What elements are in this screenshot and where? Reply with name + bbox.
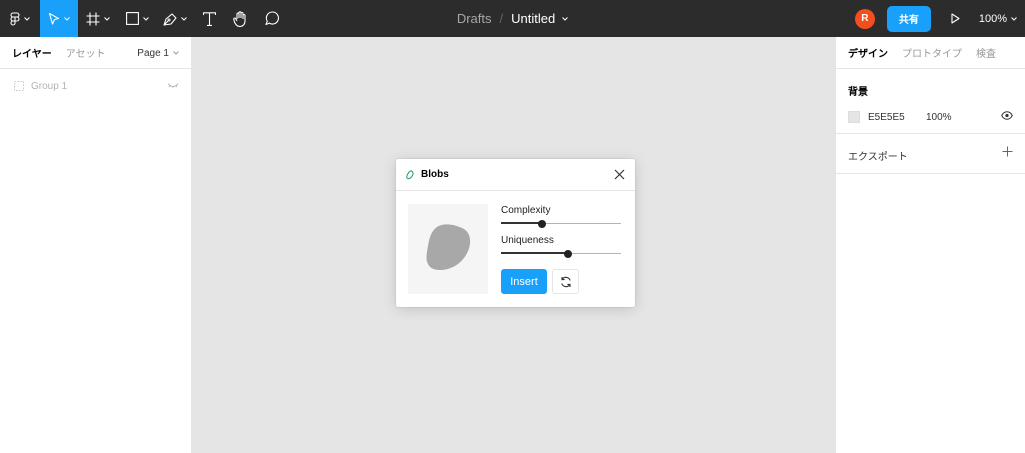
chevron-down-icon [142,16,149,21]
chevron-down-icon [173,51,179,55]
breadcrumb-separator: / [499,11,504,26]
file-name[interactable]: Untitled [511,11,555,26]
avatar[interactable]: R [854,8,875,29]
move-tool-button[interactable] [40,0,78,37]
breadcrumb-drafts[interactable]: Drafts [457,11,492,26]
play-icon [951,13,960,24]
tab-assets[interactable]: アセット [66,45,106,60]
group-icon [14,81,24,91]
layer-row[interactable]: Group 1 [0,73,191,99]
blob-shape [426,224,471,270]
refresh-icon [560,276,571,287]
chevron-down-icon [181,16,187,21]
plus-icon[interactable] [1002,146,1013,157]
background-title: 背景 [848,87,868,98]
slider-handle[interactable] [564,250,573,258]
regenerate-button[interactable] [552,269,579,294]
plugin-icon [406,169,414,179]
hand-tool-button[interactable] [224,0,256,37]
blob-preview [408,204,488,294]
comment-icon [264,11,279,26]
chevron-down-icon [24,16,30,21]
text-tool-button[interactable] [194,0,224,37]
chevron-down-icon [104,16,110,21]
plugin-title: Blobs [421,169,449,180]
comment-tool-button[interactable] [256,0,288,37]
export-title: エクスポート [848,152,908,163]
pen-icon [163,12,177,26]
page-label: Page 1 [137,47,169,59]
blobs-plugin-window: Blobs Complexity Uniqueness Insert [396,159,635,307]
complexity-label: Complexity [501,205,551,216]
export-section: エクスポート [836,134,1025,174]
share-button[interactable]: 共有 [886,5,931,32]
slider-handle[interactable] [537,220,546,228]
shape-tool-button[interactable] [118,0,156,37]
slider-fill [501,222,542,224]
right-panel-tabs: デザイン プロトタイプ 検査 [836,37,1025,69]
tab-prototype[interactable]: プロトタイプ [902,45,962,60]
layer-name: Group 1 [31,80,68,92]
chevron-down-icon [64,16,70,21]
background-hex-input[interactable]: E5E5E5 [868,112,926,123]
figma-logo-icon [10,11,20,26]
hand-icon [232,10,246,27]
complexity-slider[interactable] [501,219,621,229]
background-opacity-input[interactable]: 100% [926,112,986,123]
background-fill-row: E5E5E5 100% [848,109,1013,125]
frame-tool-button[interactable] [78,0,118,37]
layers-panel: レイヤー アセット Page 1 Group 1 [0,37,192,453]
toolbar-right: R 共有 100% [854,0,1025,37]
tab-layers[interactable]: レイヤー [12,45,52,60]
uniqueness-slider[interactable] [501,249,621,259]
plugin-header: Blobs [396,159,635,191]
close-icon[interactable] [614,169,625,180]
main-menu-button[interactable] [0,0,40,37]
page-selector[interactable]: Page 1 [137,37,179,69]
visibility-hidden-icon[interactable] [167,82,179,88]
properties-panel: デザイン プロトタイプ 検査 背景 E5E5E5 100% エクスポート [835,37,1025,453]
eye-icon[interactable] [1001,111,1013,120]
text-icon [202,11,216,26]
move-icon [48,12,60,25]
present-button[interactable] [945,0,967,37]
frame-icon [86,12,100,25]
zoom-level: 100% [978,12,1007,25]
background-section: 背景 E5E5E5 100% [836,69,1025,134]
pen-tool-button[interactable] [156,0,194,37]
slider-fill [501,252,569,254]
background-color-swatch[interactable] [848,111,860,123]
uniqueness-label: Uniqueness [501,235,554,246]
chevron-down-icon[interactable] [562,16,569,21]
tab-inspect[interactable]: 検査 [976,45,996,60]
left-panel-tabs: レイヤー アセット Page 1 [0,37,191,69]
tab-design[interactable]: デザイン [848,45,888,60]
zoom-menu[interactable]: 100% [967,0,1025,37]
insert-button[interactable]: Insert [501,269,547,294]
rectangle-icon [125,12,139,25]
toolbar: Drafts / Untitled R 共有 100% [0,0,1025,37]
chevron-down-icon [1011,16,1017,21]
